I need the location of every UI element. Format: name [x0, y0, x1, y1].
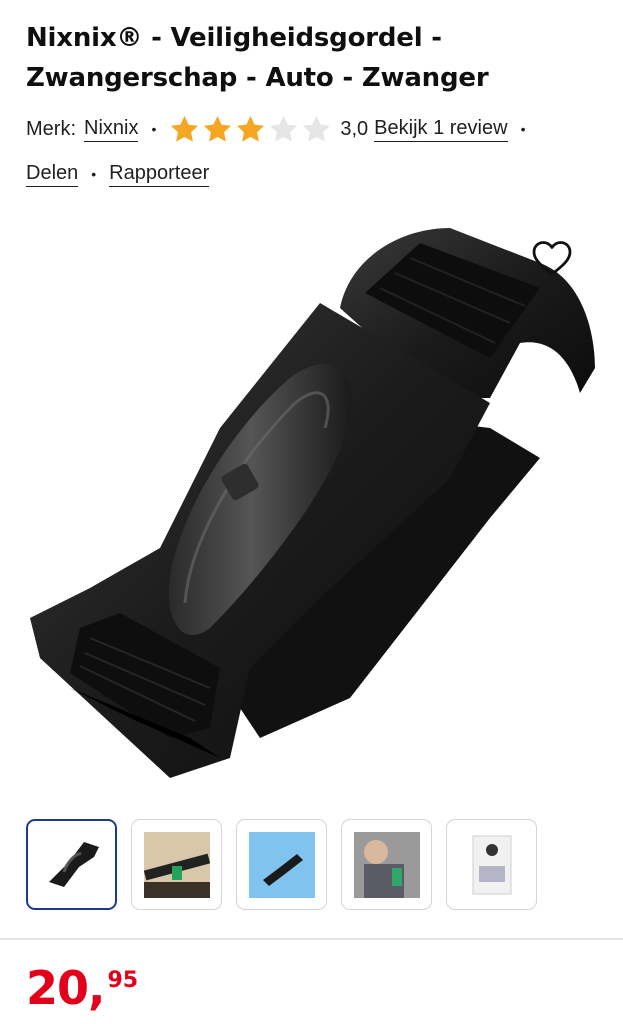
product-main-image[interactable]: [20, 218, 610, 788]
thumbnail-3[interactable]: [236, 819, 327, 910]
packaging-thumbnail-image: [458, 831, 525, 898]
report-link[interactable]: Rapporteer: [109, 162, 210, 187]
favorite-heart-icon[interactable]: [532, 240, 572, 278]
thumbnail-2[interactable]: [131, 819, 222, 910]
star-empty-icon: [303, 115, 331, 142]
star-filled-icon: [204, 115, 232, 142]
separator-dot: •: [151, 121, 157, 137]
product-title-line-2: Zwangerschap - Auto - Zwanger: [26, 63, 489, 93]
price-cents: 95: [107, 968, 139, 993]
product-title-line-1: Nixnix® - Veiligheidsgordel -: [26, 23, 442, 53]
product-title: Nixnix® - Veiligheidsgordel - Zwangersch…: [26, 18, 606, 98]
rating-stars: [169, 114, 332, 145]
thumbnail-1[interactable]: [26, 819, 117, 910]
review-link[interactable]: Bekijk 1 review: [374, 117, 508, 142]
star-filled-icon: [171, 115, 199, 142]
rating-value: 3,0: [340, 117, 369, 140]
image-thumbnails: [26, 819, 537, 910]
separator-dot: •: [91, 166, 97, 182]
belt-in-car-thumbnail-image: [143, 831, 210, 898]
separator-dot: •: [520, 121, 526, 137]
brand-label: Merk:: [26, 117, 76, 140]
pregnant-woman-thumbnail-image: [353, 831, 420, 898]
section-divider: [0, 938, 623, 940]
thumbnail-4[interactable]: [341, 819, 432, 910]
price-whole: 20: [26, 961, 89, 1015]
share-link[interactable]: Delen: [26, 162, 79, 187]
thumbnail-5[interactable]: [446, 819, 537, 910]
star-filled-icon: [237, 115, 265, 142]
belt-clip-blue-thumbnail-image: [248, 831, 315, 898]
price-separator: ,: [88, 961, 106, 1015]
price: 20 , 95: [26, 962, 138, 1014]
product-actions-row: Delen • Rapporteer: [26, 158, 210, 190]
belt-clip-thumbnail-image: [48, 841, 99, 887]
product-meta-row: Merk: Nixnix • 3,0 Bekijk 1 review •: [26, 113, 538, 145]
star-empty-icon: [270, 115, 298, 142]
brand-link[interactable]: Nixnix: [84, 117, 139, 142]
